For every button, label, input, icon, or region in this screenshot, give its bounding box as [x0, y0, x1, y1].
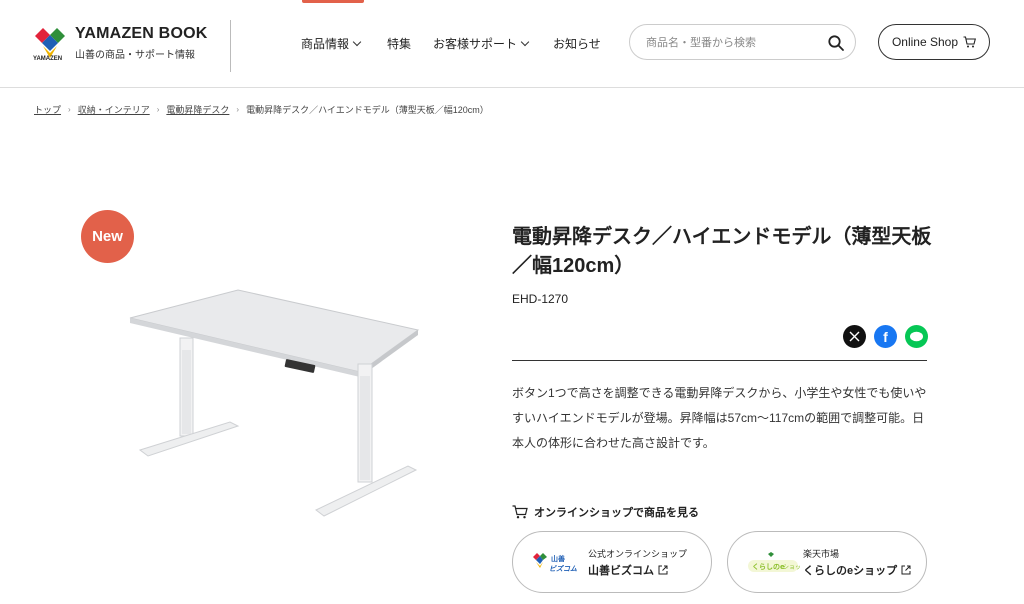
header-divider: [230, 20, 231, 72]
chevron-right-icon: ›: [68, 105, 71, 114]
online-shop-button[interactable]: Online Shop: [878, 24, 990, 60]
shop-card-name-text: くらしのeショップ: [803, 565, 898, 577]
chevron-right-icon: ›: [156, 105, 160, 114]
share-buttons: f: [843, 325, 928, 348]
nav-features[interactable]: 特集: [387, 35, 411, 52]
nav-features-label: 特集: [387, 37, 412, 51]
site-header: YAMAZEN YAMAZEN BOOK 山善の商品・サポート情報 商品情報 特…: [0, 0, 1024, 88]
product-description: ボタン1つで高さを調整できる電動昇降デスクから、小学生や女性でも使いやすいハイエ…: [512, 386, 927, 450]
chevron-right-icon: ›: [236, 105, 240, 114]
svg-text:ビズコム: ビズコム: [549, 564, 577, 573]
info-divider: [512, 360, 927, 361]
x-icon[interactable]: [843, 325, 866, 348]
shop-card-name: くらしのeショップ: [803, 562, 911, 578]
line-icon[interactable]: [905, 325, 928, 348]
breadcrumb-top[interactable]: トップ: [34, 103, 61, 116]
kurashi-e-shop-logo: くらしのe ショップ: [748, 552, 800, 572]
breadcrumb-electric-desk[interactable]: 電動昇降デスク: [166, 103, 229, 116]
shop-card-bizcom[interactable]: 山善 ビズコム 公式オンラインショップ 山善ビズコム: [512, 531, 712, 593]
product-image[interactable]: [120, 280, 430, 525]
bizcom-logo: 山善 ビズコム: [533, 553, 577, 573]
shop-card-name: 山善ビズコム: [588, 562, 668, 578]
nav-products-label: 商品情報: [301, 37, 350, 51]
shop-heading-label: オンラインショップで商品を見る: [534, 507, 699, 519]
shop-card-subtitle: 公式オンラインショップ: [588, 549, 688, 559]
nav-news[interactable]: お知らせ: [553, 35, 601, 52]
new-badge: New: [81, 210, 134, 263]
yamazen-logo-icon: [35, 28, 65, 58]
search-icon[interactable]: [827, 34, 845, 52]
search-box: [629, 24, 856, 60]
yamazen-book-logo[interactable]: YAMAZEN YAMAZEN BOOK 山善の商品・サポート情報: [33, 24, 233, 64]
product-title: 電動昇降デスク／ハイエンドモデル（薄型天板／幅120cm）: [512, 226, 932, 277]
chevron-down-icon: [352, 37, 362, 47]
nav-support[interactable]: お客様サポート: [433, 35, 530, 52]
shop-card-kurashi[interactable]: くらしのe ショップ 楽天市場 くらしのeショップ: [727, 531, 927, 593]
chevron-down-icon: [520, 37, 530, 47]
search-input[interactable]: [646, 34, 826, 52]
cart-icon: [963, 36, 977, 48]
svg-text:ショップ: ショップ: [783, 564, 800, 571]
svg-text:くらしのe: くらしのe: [752, 563, 785, 571]
product-code: EHD-1270: [512, 292, 569, 306]
breadcrumb-current: 電動昇降デスク／ハイエンドモデル（薄型天板／幅120cm）: [246, 105, 489, 115]
external-link-icon: [658, 565, 668, 575]
facebook-icon[interactable]: f: [874, 325, 897, 348]
nav-active-indicator: [302, 0, 364, 3]
shop-card-subtitle: 楽天市場: [803, 549, 840, 559]
online-shop-label: Online Shop: [891, 35, 959, 49]
bizcom-logo-text: 山善: [551, 554, 565, 563]
cart-icon: [512, 505, 528, 519]
logo-small-text: YAMAZEN: [33, 56, 63, 62]
shop-card-name-text: 山善ビズコム: [588, 565, 654, 577]
nav-news-label: お知らせ: [553, 37, 601, 51]
shop-heading: オンラインショップで商品を見る: [512, 504, 699, 520]
breadcrumb: トップ › 収納・インテリア › 電動昇降デスク › 電動昇降デスク／ハイエンド…: [34, 103, 489, 116]
logo-title: YAMAZEN BOOK: [75, 25, 208, 42]
breadcrumb-storage-interior[interactable]: 収納・インテリア: [78, 103, 150, 116]
nav-support-label: お客様サポート: [433, 37, 518, 51]
logo-subtitle: 山善の商品・サポート情報: [75, 50, 195, 61]
nav-products[interactable]: 商品情報: [301, 35, 362, 52]
external-link-icon: [901, 565, 911, 575]
